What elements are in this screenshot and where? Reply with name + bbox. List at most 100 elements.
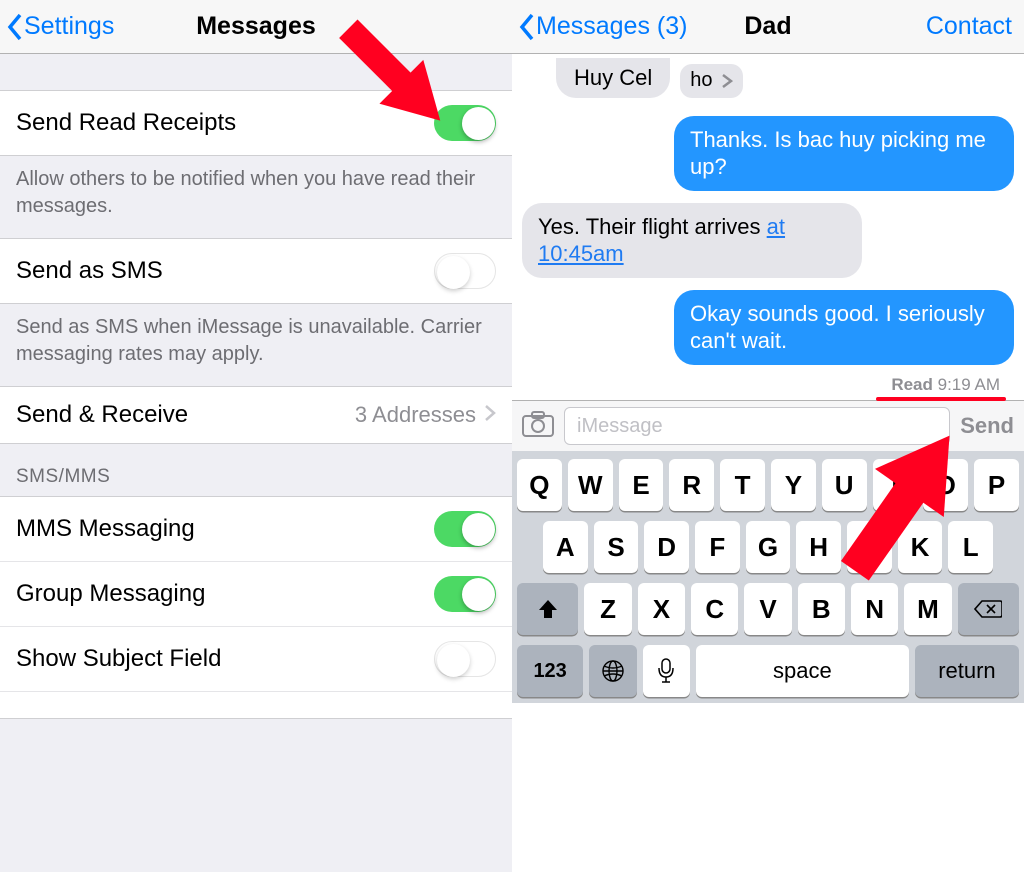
message-input[interactable] — [564, 407, 950, 445]
message-input-bar: Send — [512, 400, 1024, 451]
send-as-sms-footer: Send as SMS when iMessage is unavailable… — [0, 304, 512, 386]
key-e[interactable]: E — [619, 459, 664, 511]
microphone-icon — [657, 658, 675, 684]
incoming-message-1[interactable]: Yes. Their flight arrives at 10:45am — [522, 203, 862, 278]
mms-toggle[interactable] — [434, 511, 496, 547]
key-z[interactable]: Z — [584, 583, 631, 635]
toggle-knob — [462, 578, 495, 611]
message-row-out-1: Thanks. Is bac huy picking me up? — [522, 110, 1014, 197]
key-y[interactable]: Y — [771, 459, 816, 511]
key-c[interactable]: C — [691, 583, 738, 635]
globe-icon — [601, 659, 625, 683]
row-mms-messaging[interactable]: MMS Messaging — [0, 496, 512, 561]
shift-icon — [537, 598, 559, 620]
key-t[interactable]: T — [720, 459, 765, 511]
keyboard: Q W E R T Y U I O P A S D F G H J K L Z — [512, 451, 1024, 703]
key-globe[interactable] — [589, 645, 636, 697]
accessory-text: ho — [690, 68, 712, 93]
incoming-text: Yes. Their flight arrives — [538, 214, 767, 239]
key-dictation[interactable] — [643, 645, 690, 697]
accessory-bubble[interactable]: ho — [680, 64, 742, 98]
key-i[interactable]: I — [873, 459, 918, 511]
chevron-left-icon — [518, 12, 536, 42]
key-d[interactable]: D — [644, 521, 689, 573]
message-row-in-1: Yes. Their flight arrives at 10:45am — [522, 197, 1014, 284]
subject-toggle[interactable] — [434, 641, 496, 677]
key-a[interactable]: A — [543, 521, 588, 573]
send-as-sms-label: Send as SMS — [16, 257, 434, 285]
settings-messages-pane: Settings Messages Send Read Receipts All… — [0, 0, 512, 872]
annotation-underline — [876, 397, 1006, 401]
key-space[interactable]: space — [696, 645, 909, 697]
backspace-icon — [974, 599, 1002, 619]
key-h[interactable]: H — [796, 521, 841, 573]
outgoing-message-1[interactable]: Thanks. Is bac huy picking me up? — [674, 116, 1014, 191]
subject-label: Show Subject Field — [16, 645, 434, 673]
incoming-partial: Huy Cel — [556, 58, 670, 98]
toggle-knob — [437, 256, 470, 289]
key-u[interactable]: U — [822, 459, 867, 511]
key-r[interactable]: R — [669, 459, 714, 511]
key-row-2: A S D F G H J K L — [517, 521, 1019, 573]
chevron-right-icon — [721, 73, 733, 89]
key-row-3: Z X C V B N M — [517, 583, 1019, 635]
group-toggle[interactable] — [434, 576, 496, 612]
read-prefix: Read — [891, 375, 933, 394]
back-to-settings[interactable]: Settings — [0, 12, 114, 42]
conversation-body[interactable]: Huy Cel ho Thanks. Is bac huy picking me… — [512, 54, 1024, 400]
key-o[interactable]: O — [923, 459, 968, 511]
chevron-right-icon — [484, 401, 496, 429]
key-shift[interactable] — [517, 583, 578, 635]
key-n[interactable]: N — [851, 583, 898, 635]
camera-button[interactable] — [522, 411, 554, 442]
read-receipts-label: Send Read Receipts — [16, 109, 434, 137]
key-backspace[interactable] — [958, 583, 1019, 635]
mms-label: MMS Messaging — [16, 515, 434, 543]
key-row-4: 123 space return — [517, 645, 1019, 697]
send-as-sms-toggle[interactable] — [434, 253, 496, 289]
conversation-navbar: Messages (3) Dad Contact — [512, 0, 1024, 54]
key-numbers[interactable]: 123 — [517, 645, 583, 697]
read-receipts-footer: Allow others to be notified when you hav… — [0, 156, 512, 238]
toggle-knob — [462, 513, 495, 546]
back-label: Settings — [24, 12, 114, 41]
key-q[interactable]: Q — [517, 459, 562, 511]
chevron-left-icon — [6, 12, 24, 42]
send-button[interactable]: Send — [960, 413, 1014, 439]
group-label: Group Messaging — [16, 580, 434, 608]
conversation-pane: Messages (3) Dad Contact Huy Cel ho Than… — [512, 0, 1024, 872]
camera-icon — [522, 411, 554, 437]
contact-button[interactable]: Contact — [926, 12, 1024, 41]
read-receipts-toggle[interactable] — [434, 105, 496, 141]
key-w[interactable]: W — [568, 459, 613, 511]
row-send-receive[interactable]: Send & Receive 3 Addresses — [0, 386, 512, 444]
key-k[interactable]: K — [898, 521, 943, 573]
outgoing-message-2[interactable]: Okay sounds good. I seriously can't wait… — [674, 290, 1014, 365]
row-show-subject[interactable]: Show Subject Field — [0, 626, 512, 691]
row-send-as-sms[interactable]: Send as SMS — [0, 238, 512, 304]
key-return[interactable]: return — [915, 645, 1019, 697]
sms-mms-header: SMS/MMS — [0, 444, 512, 496]
key-l[interactable]: L — [948, 521, 993, 573]
row-cutoff — [0, 691, 512, 719]
key-m[interactable]: M — [904, 583, 951, 635]
message-row-out-2: Okay sounds good. I seriously can't wait… — [522, 284, 1014, 371]
spacer — [0, 54, 512, 90]
key-p[interactable]: P — [974, 459, 1019, 511]
row-group-messaging[interactable]: Group Messaging — [0, 561, 512, 626]
key-f[interactable]: F — [695, 521, 740, 573]
key-j[interactable]: J — [847, 521, 892, 573]
toggle-knob — [462, 107, 495, 140]
send-receive-detail: 3 Addresses — [355, 402, 476, 428]
key-g[interactable]: G — [746, 521, 791, 573]
key-v[interactable]: V — [744, 583, 791, 635]
row-send-read-receipts[interactable]: Send Read Receipts — [0, 90, 512, 156]
key-b[interactable]: B — [798, 583, 845, 635]
key-s[interactable]: S — [594, 521, 639, 573]
settings-navbar: Settings Messages — [0, 0, 512, 54]
key-x[interactable]: X — [638, 583, 685, 635]
key-row-1: Q W E R T Y U I O P — [517, 459, 1019, 511]
read-receipt-line: Read 9:19 AM — [522, 371, 1014, 397]
partial-message-row: Huy Cel ho — [522, 58, 1014, 110]
back-to-messages[interactable]: Messages (3) — [512, 12, 687, 42]
